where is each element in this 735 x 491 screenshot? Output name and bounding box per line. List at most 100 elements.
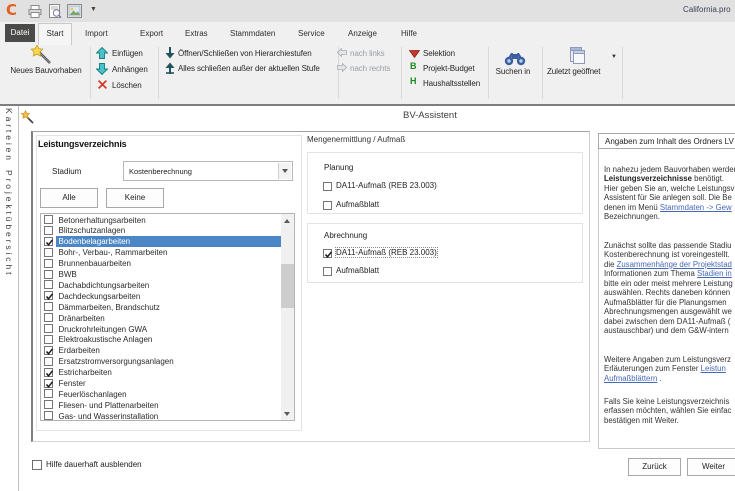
help-text-line: Erläuterungen zum Fenster Leistun: [604, 364, 726, 373]
list-item-checkbox[interactable]: [44, 313, 53, 322]
print-preview-icon[interactable]: [48, 4, 62, 19]
help-text-line: Abrechnungsmengen ausgewählt we: [604, 307, 732, 316]
qat-dropdown-icon[interactable]: ▼: [90, 6, 97, 13]
list-item[interactable]: Bohr-, Verbau-, Rammarbeiten: [41, 247, 282, 258]
list-item[interactable]: Ersatzstromversorgungsanlagen: [41, 356, 282, 367]
list-item-checkbox[interactable]: [44, 346, 53, 355]
list-item-checkbox[interactable]: [44, 324, 53, 333]
planning-option-checkbox[interactable]: [323, 182, 332, 191]
back-button[interactable]: Zurück: [628, 458, 681, 476]
help-link[interactable]: Stammdaten -> Gew: [660, 203, 732, 212]
tab-export[interactable]: Export: [140, 29, 163, 38]
recently-opened-caret-icon[interactable]: ▼: [611, 54, 617, 60]
print-icon[interactable]: [28, 5, 42, 18]
help-link[interactable]: Leistun: [701, 364, 726, 373]
list-item-checkbox[interactable]: [44, 248, 53, 257]
help-link[interactable]: Zusammenhänge der Projektstad: [617, 260, 732, 269]
list-item[interactable]: Brunnenbauarbeiten: [41, 258, 282, 269]
sidebar-tab-projektuebersicht[interactable]: Projektübersicht: [4, 170, 14, 277]
help-panel-header: Angaben zum Inhalt des Ordners LV: [598, 133, 735, 149]
list-item-checkbox[interactable]: [44, 389, 53, 398]
list-item-checkbox[interactable]: [44, 237, 53, 246]
list-item-checkbox[interactable]: [44, 291, 53, 300]
recently-opened-button[interactable]: Zuletzt geöffnet: [547, 67, 600, 76]
list-item[interactable]: Dämmarbeiten, Brandschutz: [41, 302, 282, 313]
stadium-dropdown[interactable]: Kostenberechnung: [123, 161, 293, 181]
list-item-checkbox[interactable]: [44, 400, 53, 409]
list-item[interactable]: Fenster: [41, 378, 282, 389]
list-item[interactable]: Dränarbeiten: [41, 313, 282, 324]
help-link[interactable]: Aufmaßblättern: [604, 374, 657, 383]
help-link[interactable]: Stadien in: [697, 269, 732, 278]
list-item[interactable]: Feuerlöschanlagen: [41, 389, 282, 400]
nav-right-button[interactable]: nach rechts: [350, 64, 390, 73]
append-button[interactable]: Anhängen: [112, 65, 148, 74]
scroll-up-icon[interactable]: [281, 214, 295, 228]
list-item-checkbox[interactable]: [44, 302, 53, 311]
list-item-checkbox[interactable]: [44, 259, 53, 268]
sidebar-tab-karteien[interactable]: Karteien: [4, 108, 14, 163]
list-item[interactable]: Erdarbeiten: [41, 345, 282, 356]
image-icon[interactable]: [67, 4, 82, 18]
delete-button[interactable]: Löschen: [112, 81, 142, 90]
list-item[interactable]: Dachabdichtungsarbeiten: [41, 280, 282, 291]
list-item-checkbox[interactable]: [44, 335, 53, 344]
list-item-checkbox[interactable]: [44, 270, 53, 279]
lv-scrollbar[interactable]: [281, 214, 295, 420]
list-item[interactable]: Fliesen- und Plattenarbeiten: [41, 400, 282, 411]
list-item-label: BWB: [59, 269, 77, 280]
select-all-button[interactable]: Alle: [40, 188, 98, 208]
list-item-label: Dachabdichtungsarbeiten: [59, 280, 150, 291]
project-budget-button[interactable]: Projekt-Budget: [423, 64, 475, 73]
scrollbar-thumb[interactable]: [281, 264, 295, 308]
list-item[interactable]: Estricharbeiten: [41, 367, 282, 378]
tab-import[interactable]: Import: [85, 29, 108, 38]
list-item[interactable]: Elektroakustische Anlagen: [41, 334, 282, 345]
tab-service[interactable]: Service: [298, 29, 325, 38]
billing-option-checkbox[interactable]: [323, 267, 332, 276]
tab-extras[interactable]: Extras: [185, 29, 208, 38]
tab-anzeige[interactable]: Anzeige: [348, 29, 377, 38]
selection-button[interactable]: Selektion: [423, 49, 455, 58]
billing-option-checkbox[interactable]: [323, 249, 332, 258]
list-item[interactable]: Dachdeckungsarbeiten: [41, 291, 282, 302]
planning-option-checkbox[interactable]: [323, 201, 332, 210]
list-item-checkbox[interactable]: [44, 357, 53, 366]
open-close-hierarchy-button[interactable]: Öffnen/Schließen von Hierarchiestufen: [178, 49, 312, 58]
app-logo-icon: C: [6, 1, 17, 19]
list-item-checkbox[interactable]: [44, 215, 53, 224]
lv-checklist[interactable]: BetonerhaltungsarbeitenBlitzschutzanlage…: [40, 213, 295, 421]
list-item[interactable]: BWB: [41, 269, 282, 280]
list-item-checkbox[interactable]: [44, 368, 53, 377]
list-item[interactable]: Druckrohrleitungen GWA: [41, 324, 282, 335]
select-none-button[interactable]: Keine: [106, 188, 164, 208]
list-item[interactable]: Bodenbelagarbeiten: [41, 236, 282, 247]
insert-button[interactable]: Einfügen: [112, 49, 143, 58]
list-item[interactable]: Gas- und Wasserinstallation: [41, 411, 282, 421]
list-item-checkbox[interactable]: [44, 226, 53, 235]
tab-stammdaten[interactable]: Stammdaten: [230, 29, 275, 38]
next-button[interactable]: Weiter: [687, 458, 735, 476]
hide-help-checkbox[interactable]: [32, 460, 42, 470]
help-text-line: bitte ein oder meist mehrere Leistung: [604, 279, 733, 288]
new-project-button[interactable]: Neues Bauvorhaben: [8, 66, 84, 75]
close-all-except-button[interactable]: Alles schließen außer der aktuellen Stuf…: [178, 64, 320, 73]
list-item-label: Brunnenbauarbeiten: [59, 258, 132, 269]
search-in-button[interactable]: Suchen in: [489, 67, 537, 76]
planning-title: Planung: [324, 163, 353, 172]
stadium-dropdown-arrow[interactable]: [278, 163, 291, 179]
list-item-checkbox[interactable]: [44, 411, 53, 420]
list-item-checkbox[interactable]: [44, 280, 53, 289]
nav-left-button[interactable]: nach links: [350, 49, 385, 58]
pushpin-icon[interactable]: [20, 110, 35, 125]
list-item[interactable]: Betonerhaltungsarbeiten: [41, 215, 282, 226]
list-item[interactable]: Blitzschutzanlagen: [41, 225, 282, 236]
tab-start[interactable]: Start: [38, 23, 72, 45]
list-item-checkbox[interactable]: [44, 379, 53, 388]
budget-positions-button[interactable]: Haushaltsstellen: [423, 79, 480, 88]
help-text-line: dabei zwischen dem DA11-Aufmaß (: [604, 317, 730, 326]
scroll-down-icon[interactable]: [281, 407, 295, 421]
tab-datei[interactable]: Datei: [5, 24, 35, 42]
tab-hilfe[interactable]: Hilfe: [401, 29, 417, 38]
list-item-label: Bodenbelagarbeiten: [59, 236, 131, 247]
